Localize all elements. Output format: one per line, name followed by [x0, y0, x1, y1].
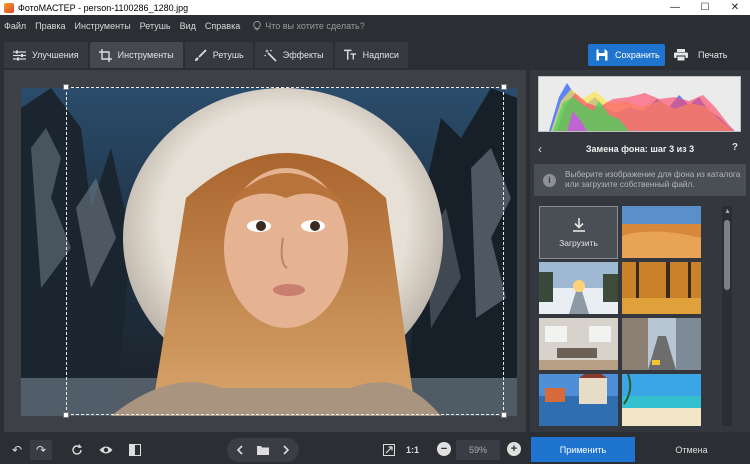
- info-box: i Выберите изображение для фона из катал…: [534, 164, 746, 196]
- thumbnail-city-street[interactable]: [622, 318, 701, 370]
- window-title: ФотоМАСТЕР - person-1100286_1280.jpg: [18, 2, 189, 13]
- window-controls: — ☐ ✕: [660, 0, 750, 15]
- help-button[interactable]: ?: [732, 142, 738, 153]
- tab-tools[interactable]: Инструменты: [89, 42, 183, 68]
- menu-tools[interactable]: Инструменты: [75, 21, 131, 31]
- crop-handle-bottom-right[interactable]: [501, 412, 507, 418]
- file-navigation: [227, 438, 299, 462]
- sliders-icon: [13, 49, 26, 62]
- download-icon: [572, 217, 585, 232]
- crop-icon: [98, 48, 112, 62]
- rotate-button[interactable]: [66, 440, 88, 460]
- back-button[interactable]: ‹: [538, 142, 542, 156]
- tab-label: Инструменты: [117, 50, 174, 60]
- scroll-up-icon[interactable]: ▲: [724, 208, 731, 215]
- print-label: Печать: [698, 50, 728, 60]
- crop-frame[interactable]: [63, 84, 507, 418]
- title-bar: ФотоМАСТЕР - person-1100286_1280.jpg — ☐…: [0, 0, 750, 15]
- histogram: [538, 76, 741, 132]
- upload-button[interactable]: Загрузить: [539, 206, 618, 259]
- redo-button[interactable]: ↷: [30, 440, 52, 460]
- search-placeholder: Что вы хотите сделать?: [265, 21, 365, 31]
- zoom-level[interactable]: 59%: [456, 440, 500, 460]
- preview-button[interactable]: [95, 440, 117, 460]
- thumbnail-autumn-forest[interactable]: [622, 262, 701, 314]
- step-title: Замена фона: шаг 3 из 3: [585, 144, 695, 154]
- save-label: Сохранить: [615, 50, 660, 60]
- brush-icon: [194, 48, 207, 62]
- next-image-button[interactable]: [275, 440, 297, 460]
- menu-view[interactable]: Вид: [180, 21, 196, 31]
- folder-icon: [257, 446, 269, 455]
- fit-screen-icon: [383, 444, 395, 456]
- upload-label: Загрузить: [559, 237, 598, 248]
- rotate-icon: [72, 444, 82, 455]
- tab-enhancements[interactable]: Улучшения: [4, 42, 88, 68]
- tab-effects[interactable]: Эффекты: [254, 42, 333, 68]
- menu-retouch[interactable]: Ретушь: [140, 21, 171, 31]
- search-field[interactable]: Что вы хотите сделать?: [253, 21, 365, 31]
- tab-retouch[interactable]: Ретушь: [184, 42, 253, 68]
- minimize-button[interactable]: —: [660, 0, 690, 15]
- crop-handle-top-right[interactable]: [501, 84, 507, 90]
- tab-label: Надписи: [362, 50, 399, 60]
- gallery-scrollbar[interactable]: ▲: [722, 206, 732, 426]
- tool-tabs: Улучшения Инструменты Ретушь Эффекты Над…: [4, 42, 410, 68]
- app-logo-icon: [4, 2, 14, 13]
- text-icon: [343, 49, 357, 62]
- right-panel: Замена фона: шаг 3 из 3 ‹ ? i Выберите и…: [530, 70, 750, 432]
- undo-button[interactable]: ↶: [6, 440, 28, 460]
- magic-wand-icon: [264, 48, 277, 62]
- apply-button[interactable]: Применить: [531, 437, 635, 462]
- menu-bar: Файл Правка Инструменты Ретушь Вид Справ…: [0, 15, 750, 37]
- tab-label: Ретушь: [212, 50, 244, 60]
- compare-button[interactable]: [124, 440, 146, 460]
- zoom-in-button[interactable]: +: [507, 442, 521, 456]
- info-icon: i: [543, 173, 556, 187]
- thumbnail-canal-town[interactable]: [539, 374, 618, 426]
- menu-edit[interactable]: Правка: [35, 21, 65, 31]
- chevron-left-icon: [237, 445, 243, 455]
- thumbnail-desert[interactable]: [622, 206, 701, 258]
- background-gallery: Загрузить: [538, 206, 703, 428]
- tab-label: Эффекты: [282, 50, 324, 60]
- close-button[interactable]: ✕: [720, 0, 750, 15]
- cancel-button[interactable]: Отмена: [641, 437, 742, 462]
- maximize-button[interactable]: ☐: [690, 0, 720, 15]
- thumbnail-living-room[interactable]: [539, 318, 618, 370]
- menu-file[interactable]: Файл: [4, 21, 26, 31]
- prev-image-button[interactable]: [229, 440, 251, 460]
- actual-size-button[interactable]: 1:1: [406, 440, 419, 460]
- compare-icon: [129, 444, 141, 456]
- crop-handle-top-left[interactable]: [63, 84, 69, 90]
- tab-captions[interactable]: Надписи: [334, 42, 408, 68]
- tab-label: Улучшения: [32, 50, 79, 60]
- menu-help[interactable]: Справка: [205, 21, 240, 31]
- printer-icon: [674, 49, 688, 61]
- thumbnail-beach[interactable]: [622, 374, 701, 426]
- fit-screen-button[interactable]: [378, 440, 400, 460]
- lightbulb-icon: [253, 21, 261, 31]
- eye-icon: [99, 446, 113, 454]
- print-button[interactable]: Печать: [669, 44, 741, 66]
- thumbnail-winter-road[interactable]: [539, 262, 618, 314]
- chevron-right-icon: [283, 445, 289, 455]
- zoom-out-button[interactable]: −: [437, 442, 451, 456]
- scrollbar-thumb[interactable]: [724, 220, 730, 290]
- floppy-icon: [596, 49, 608, 61]
- save-button[interactable]: Сохранить: [588, 44, 665, 66]
- histogram-chart: [549, 83, 735, 131]
- crop-handle-bottom-left[interactable]: [63, 412, 69, 418]
- bottom-toolbar: ↶ ↷ 1:1 − 59% +: [0, 436, 750, 464]
- open-folder-button[interactable]: [252, 440, 274, 460]
- info-text: Выберите изображение для фона из каталог…: [565, 170, 741, 189]
